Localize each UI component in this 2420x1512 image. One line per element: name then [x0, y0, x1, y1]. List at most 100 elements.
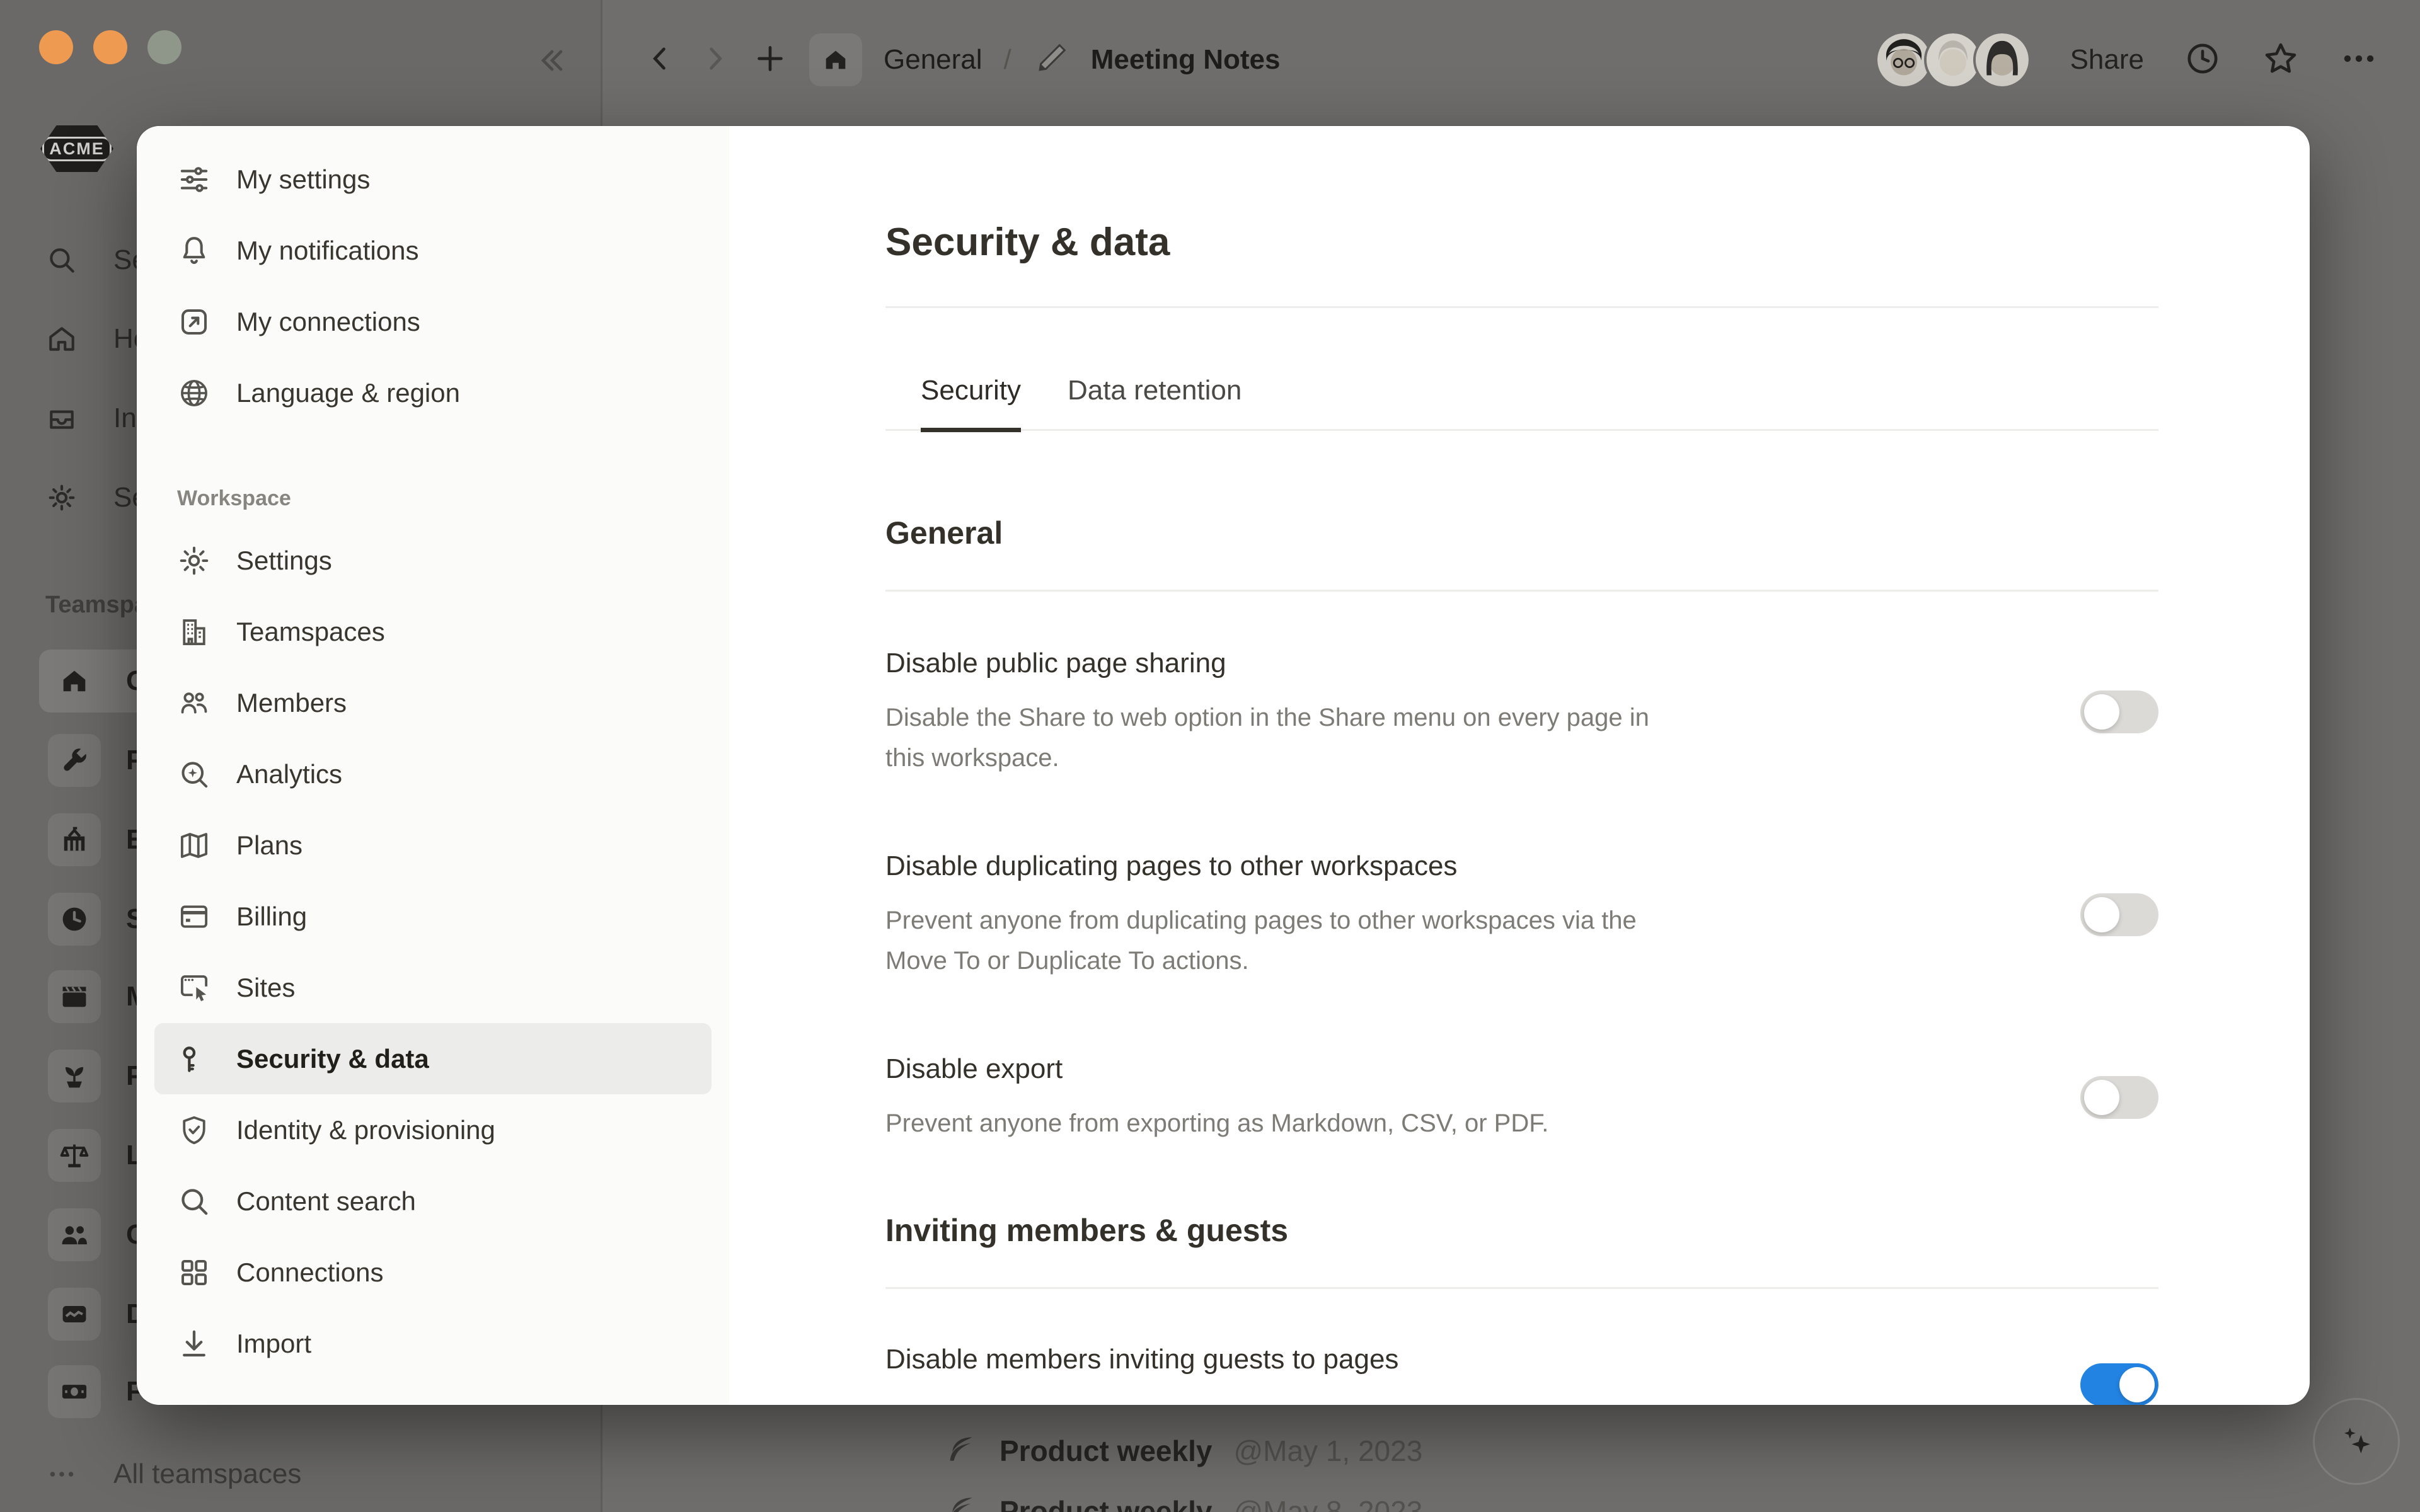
- divider: [885, 590, 2158, 592]
- page-list-item[interactable]: Product weekly @May 1, 2023: [943, 1431, 1422, 1470]
- setting-title: Disable members inviting guests to pages: [885, 1342, 2080, 1377]
- school-icon: [48, 813, 101, 866]
- house-icon: [48, 655, 101, 707]
- home-icon: [45, 323, 78, 355]
- toggle-disable-export[interactable]: [2080, 1076, 2158, 1119]
- tab-bar: Security Data retention: [885, 375, 2158, 431]
- section-heading-general: General: [885, 514, 2158, 552]
- browser-cursor-icon: [177, 971, 211, 1005]
- map-icon: [177, 828, 211, 862]
- toggle-knob: [2084, 694, 2119, 730]
- forward-icon[interactable]: [698, 42, 731, 78]
- breadcrumb-home-icon[interactable]: [809, 33, 862, 86]
- setting-row-members-inviting-guests: Disable members inviting guests to pages: [885, 1342, 2158, 1405]
- toggle-knob: [2119, 1367, 2155, 1402]
- setting-title: Disable public page sharing: [885, 646, 2080, 681]
- nav-item-my-connections[interactable]: My connections: [154, 286, 712, 357]
- sliders-icon: [177, 163, 211, 197]
- nav-item-billing[interactable]: Billing: [154, 881, 712, 952]
- scales-icon: [48, 1129, 101, 1182]
- nav-item-connections[interactable]: Connections: [154, 1237, 712, 1308]
- nav-item-my-notifications[interactable]: My notifications: [154, 215, 712, 286]
- ai-assistant-button[interactable]: [2313, 1398, 2400, 1485]
- more-ellipsis-icon[interactable]: [2339, 39, 2378, 81]
- nav-item-security-data[interactable]: Security & data: [154, 1023, 712, 1094]
- setting-title: Disable export: [885, 1051, 2080, 1087]
- shield-check-icon: [177, 1113, 211, 1147]
- bell-icon: [177, 234, 211, 268]
- history-clock-icon[interactable]: [2183, 39, 2222, 81]
- search-sparkle-icon: [177, 757, 211, 791]
- search-icon: [45, 244, 78, 277]
- page-list-item[interactable]: Product weekly @May 8, 2023: [943, 1492, 1422, 1512]
- app-window: ACME Acme Inc Search Home Inbox Settings…: [0, 0, 2420, 1512]
- all-teamspaces-button[interactable]: All teamspaces: [0, 1458, 601, 1490]
- nav-item-language-region[interactable]: Language & region: [154, 357, 712, 428]
- setting-description: Disable the Share to web option in the S…: [885, 697, 1686, 778]
- nav-item-identity-provisioning[interactable]: Identity & provisioning: [154, 1094, 712, 1166]
- back-icon[interactable]: [644, 42, 677, 78]
- workspace-section-header: Workspace: [177, 486, 729, 511]
- plus-icon[interactable]: [752, 41, 788, 79]
- credit-card-icon: [177, 900, 211, 934]
- nav-item-plans[interactable]: Plans: [154, 810, 712, 881]
- sparkles-icon: [2334, 1419, 2378, 1463]
- nav-item-analytics[interactable]: Analytics: [154, 738, 712, 810]
- topbar-actions: Share: [1875, 0, 2378, 120]
- collaborator-avatars[interactable]: [1875, 31, 2031, 89]
- inbox-icon: [45, 402, 78, 435]
- plant-icon: [48, 1050, 101, 1102]
- import-icon: [177, 1327, 211, 1361]
- window-controls: [39, 30, 182, 64]
- toggle-public-page-sharing[interactable]: [2080, 690, 2158, 733]
- leaf-emoji-icon: [943, 1431, 978, 1470]
- star-icon[interactable]: [2261, 39, 2300, 81]
- section-heading-inviting: Inviting members & guests: [885, 1211, 2158, 1249]
- chart-icon: [48, 1288, 101, 1341]
- setting-row-disable-export: Disable export Prevent anyone from expor…: [885, 1051, 2158, 1143]
- ellipsis-icon: [45, 1458, 78, 1491]
- close-window-button[interactable]: [39, 30, 73, 64]
- breadcrumb-page-title[interactable]: Meeting Notes: [1091, 44, 1281, 76]
- gear-icon: [177, 544, 211, 578]
- avatar-3: [1973, 31, 2031, 89]
- settings-content: Security & data Security Data retention …: [729, 126, 2310, 1405]
- banknote-icon: [48, 1365, 101, 1418]
- toggle-knob: [2084, 897, 2119, 932]
- settings-modal: My settings My notifications My connecti…: [137, 126, 2310, 1405]
- zoom-window-button[interactable]: [147, 30, 182, 64]
- setting-description: Prevent anyone from exporting as Markdow…: [885, 1103, 1686, 1143]
- topbar-navigation: General / Meeting Notes: [644, 0, 1301, 120]
- toggle-duplicating-pages[interactable]: [2080, 893, 2158, 936]
- nav-item-import[interactable]: Import: [154, 1308, 712, 1379]
- clapperboard-icon: [48, 970, 101, 1023]
- setting-title: Disable duplicating pages to other works…: [885, 849, 2080, 884]
- workspace-logo: ACME: [40, 125, 113, 172]
- tab-security[interactable]: Security: [921, 375, 1021, 432]
- minimize-window-button[interactable]: [93, 30, 127, 64]
- divider: [885, 306, 2158, 308]
- divider: [885, 1287, 2158, 1289]
- leaf-emoji-icon: [943, 1492, 978, 1512]
- nav-item-settings[interactable]: Settings: [154, 525, 712, 596]
- collapse-sidebar-icon[interactable]: [534, 43, 570, 81]
- toggle-members-inviting-guests[interactable]: [2080, 1363, 2158, 1405]
- nav-item-members[interactable]: Members: [154, 667, 712, 738]
- nav-item-content-search[interactable]: Content search: [154, 1166, 712, 1237]
- share-button[interactable]: Share: [2070, 44, 2144, 76]
- key-icon: [177, 1042, 211, 1076]
- globe-icon: [177, 376, 211, 410]
- page-title: Security & data: [885, 220, 2158, 265]
- external-link-icon: [177, 305, 211, 339]
- people-icon: [48, 1208, 101, 1261]
- toggle-knob: [2084, 1080, 2119, 1115]
- nav-item-teamspaces[interactable]: Teamspaces: [154, 596, 712, 667]
- nav-item-sites[interactable]: Sites: [154, 952, 712, 1023]
- tab-data-retention[interactable]: Data retention: [1068, 375, 1242, 432]
- setting-row-duplicating-pages: Disable duplicating pages to other works…: [885, 849, 2158, 981]
- breadcrumb-teamspace[interactable]: General: [884, 44, 982, 76]
- gear-icon: [45, 481, 78, 514]
- setting-row-public-page-sharing: Disable public page sharing Disable the …: [885, 646, 2158, 778]
- clock-icon: [48, 893, 101, 946]
- nav-item-my-settings[interactable]: My settings: [154, 144, 712, 215]
